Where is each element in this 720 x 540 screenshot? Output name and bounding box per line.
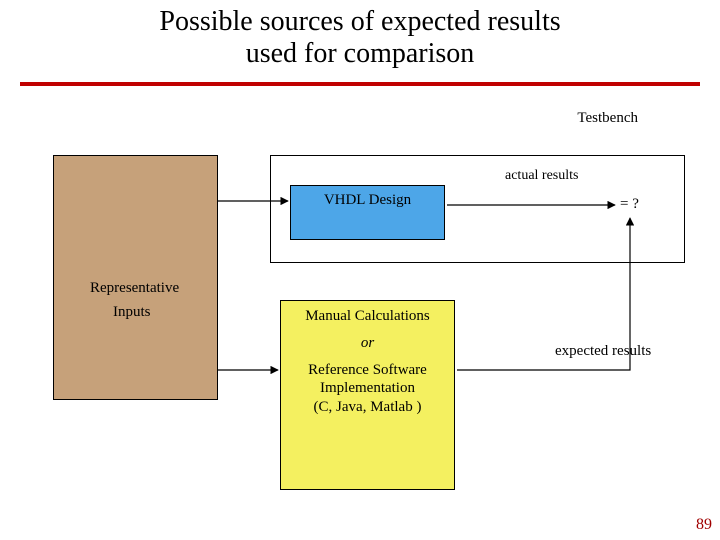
page-number: 89 [696,516,712,534]
title-underline [20,82,700,86]
manual-calculations-label: Manual Calculations [281,307,454,326]
comparator-label: = ? [620,196,639,213]
reference-impl-box: Manual Calculations or Reference Softwar… [280,300,455,490]
actual-results-label: actual results [505,168,578,184]
slide-title: Possible sources of expected results use… [0,0,720,70]
title-line-2: used for comparison [246,38,475,69]
reference-software-line1: Reference Software [281,361,454,380]
vhdl-design-label: VHDL Design [324,192,411,208]
or-label: or [281,334,454,353]
representative-label: Representative [90,280,179,297]
reference-software-line2: Implementation [281,379,454,398]
reference-software-line3: (C, Java, Matlab ) [281,398,454,417]
vhdl-design-box: VHDL Design [290,185,445,240]
inputs-label: Inputs [113,304,151,321]
representative-inputs-box [53,155,218,400]
expected-results-label: expected results [555,343,651,360]
testbench-label: Testbench [577,110,638,127]
title-line-1: Possible sources of expected results [159,6,560,37]
